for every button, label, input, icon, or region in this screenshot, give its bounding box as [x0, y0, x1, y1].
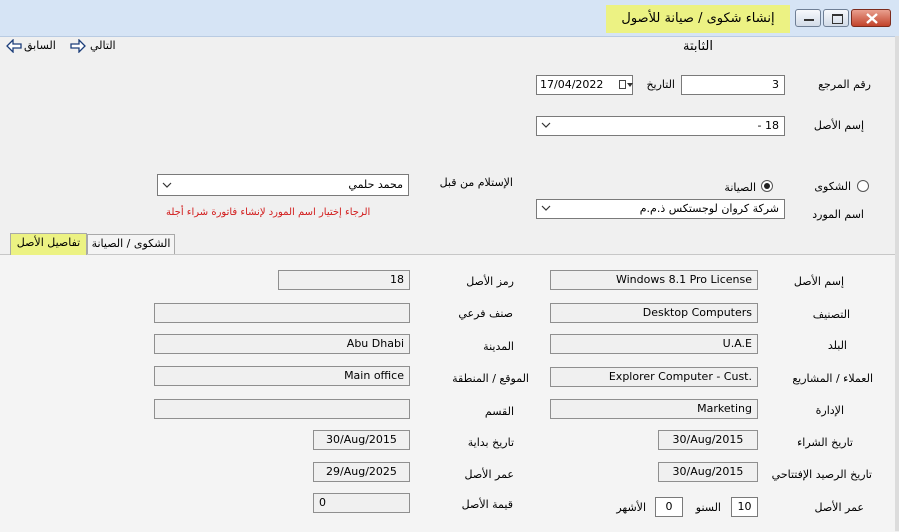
chevron-down-icon [541, 205, 551, 211]
years-field[interactable]: 10 [731, 497, 758, 517]
country-field: U.A.E [550, 334, 758, 354]
complaint-radio[interactable] [857, 180, 869, 192]
section-label: القسم [484, 405, 514, 418]
years-label: السنو [695, 501, 721, 514]
date-value: 17/04/2022 [540, 78, 604, 91]
tab-complaint-maintenance[interactable]: الشكوى / الصيانة [87, 234, 175, 254]
chevron-down-icon [541, 122, 551, 128]
maximize-icon [832, 14, 843, 24]
asset-life-end-field: 29/Aug/2025 [313, 462, 410, 482]
category-field: Desktop Computers [550, 303, 758, 323]
tab-panel [0, 254, 895, 532]
opening-balance-date-field: 30/Aug/2015 [658, 462, 758, 482]
location-field: Main office [154, 366, 410, 386]
department-field: Marketing [550, 399, 758, 419]
clients-field: Explorer Computer - Cust. [550, 367, 758, 387]
location-label: الموقع / المنطقة [452, 372, 529, 385]
date-label: التاريخ [646, 78, 675, 91]
tab-asset-details[interactable]: تفاصيل الأصل [10, 233, 87, 255]
asset-age-label: عمر الأصل [814, 501, 865, 514]
opening-balance-date-label: تاريخ الرصيد الإفتتاحي [771, 468, 872, 481]
next-button[interactable]: التالي [70, 38, 120, 56]
start-date-field: 30/Aug/2015 [313, 430, 410, 450]
country-label: البلد [827, 339, 847, 352]
maintenance-label: الصيانة [724, 181, 756, 194]
maintenance-radio[interactable] [761, 180, 773, 192]
arrow-right-icon [70, 39, 86, 53]
ref-input[interactable]: 3 [681, 75, 785, 95]
close-button[interactable] [851, 9, 891, 27]
maximize-button[interactable] [823, 9, 849, 27]
previous-label: السابق [24, 39, 56, 52]
date-picker[interactable]: 17/04/2022 [536, 75, 633, 95]
arrow-left-icon [6, 39, 22, 53]
city-field: Abu Dhabi [154, 334, 410, 354]
purchase-date-label: تاريخ الشراء [797, 436, 853, 449]
clients-label: العملاء / المشاريع [792, 372, 873, 385]
city-label: المدينة [483, 340, 514, 353]
scrollbar[interactable] [895, 36, 899, 531]
dropdown-arrow-icon [627, 83, 633, 87]
asset-select-value: 18 - [757, 119, 779, 132]
detail-asset-name-label: إسم الأصل [793, 275, 844, 288]
next-label: التالي [90, 39, 116, 52]
supplier-select[interactable]: شركة كروان لوجستكس ذ.م.م [536, 199, 785, 219]
asset-name-label: إسم الأصل [813, 119, 864, 132]
asset-select[interactable]: 18 - [536, 116, 785, 136]
previous-button[interactable]: السابق [6, 38, 66, 56]
department-label: الإدارة [815, 404, 844, 417]
asset-life-label: عمر الأصل [464, 468, 515, 481]
start-date-label: تاريخ بداية [467, 436, 514, 449]
minimize-button[interactable] [795, 9, 821, 27]
complaint-label: الشكوى [814, 180, 851, 193]
section-field [154, 399, 410, 419]
months-label: الأشهر [616, 501, 646, 514]
subcategory-label: صنف فرعي [458, 307, 513, 320]
asset-value-field: 0 [313, 493, 410, 513]
supplier-warning: الرجاء إختيار اسم المورد لإنشاء فاتورة ش… [166, 207, 371, 218]
minimize-icon [804, 19, 814, 21]
received-by-value: محمد حلمي [348, 178, 403, 191]
received-by-label: الإستلام من قبل [439, 176, 513, 189]
category-label: التصنيف [812, 308, 850, 321]
months-field[interactable]: 0 [655, 497, 683, 517]
received-by-select[interactable]: محمد حلمي [157, 174, 409, 196]
ref-label: رقم المرجع [818, 78, 871, 91]
close-icon [866, 13, 878, 24]
asset-code-label: رمز الأصل [466, 275, 514, 288]
supplier-label: اسم المورد [812, 208, 864, 221]
chevron-down-icon [162, 182, 172, 188]
subcategory-field [154, 303, 410, 323]
asset-value-label: قيمة الأصل [461, 498, 513, 511]
purchase-date-field: 30/Aug/2015 [658, 430, 758, 450]
supplier-value: شركة كروان لوجستكس ذ.م.م [639, 202, 779, 215]
asset-code-field: 18 [278, 270, 410, 290]
window-title: إنشاء شكوى / صيانة للأصول الثابتة [606, 5, 790, 54]
detail-asset-name-field: Windows 8.1 Pro License [550, 270, 758, 290]
calendar-icon [619, 80, 626, 89]
